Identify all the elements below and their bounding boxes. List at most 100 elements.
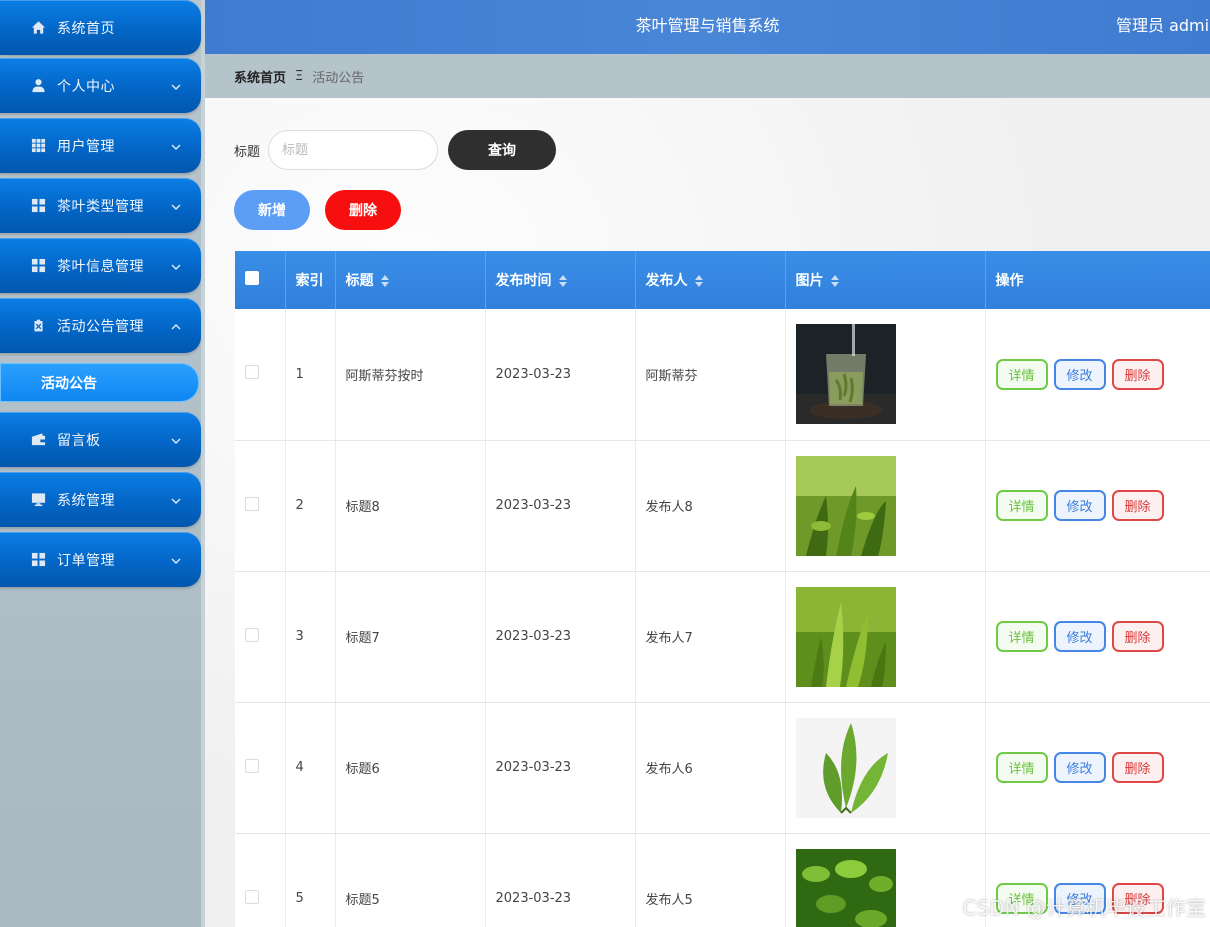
detail-button[interactable]: 详情 <box>995 621 1048 652</box>
cell-index: 4 <box>285 702 336 834</box>
chevron-down-icon <box>171 491 181 505</box>
select-all-cell[interactable] <box>235 251 286 309</box>
cell-image <box>785 702 986 834</box>
column-header-time[interactable]: 发布时间 <box>485 251 636 309</box>
breadcrumb-separator: Ξ <box>295 68 304 84</box>
sidebar-item-label: 留言板 <box>57 432 101 449</box>
column-header-label: 发布人 <box>645 273 688 289</box>
edit-button[interactable]: 修改 <box>1053 883 1106 914</box>
sidebar-item-tea-type[interactable]: 茶叶类型管理 <box>0 178 201 233</box>
detail-button[interactable]: 详情 <box>995 490 1048 521</box>
delete-button[interactable]: 删除 <box>1111 621 1164 652</box>
add-button[interactable]: 新增 <box>234 190 310 230</box>
row-select-cell[interactable] <box>235 833 286 927</box>
query-button[interactable]: 查询 <box>448 130 557 170</box>
delete-button[interactable]: 删除 <box>1111 883 1164 914</box>
sidebar-item-users[interactable]: 用户管理 <box>0 118 201 173</box>
sidebar-item-label: 活动公告管理 <box>57 318 144 335</box>
sidebar-item-home[interactable]: 系统首页 <box>0 0 201 55</box>
breadcrumb: 系统首页 Ξ 活动公告 <box>205 54 1210 98</box>
row-select-cell[interactable] <box>235 571 286 703</box>
row-select-cell[interactable] <box>235 702 286 834</box>
cell-operations: 详情 修改 删除 <box>985 702 1210 834</box>
announcement-table: 索引 标题 发布时间 发布人 图片 操作 1 阿斯蒂芬按时 2023-03-23 <box>235 251 1210 927</box>
cell-title: 阿斯蒂芬按时 <box>335 309 486 441</box>
edit-button[interactable]: 修改 <box>1053 621 1106 652</box>
column-header-image[interactable]: 图片 <box>785 251 986 309</box>
delete-button[interactable]: 删除 <box>1111 752 1164 783</box>
cell-operations: 详情 修改 删除 <box>985 440 1210 572</box>
monitor-icon <box>30 492 46 508</box>
app-title: 茶叶管理与销售系统 <box>635 16 780 35</box>
user-icon <box>30 78 46 94</box>
sort-icon[interactable] <box>380 275 390 287</box>
apps-icon <box>30 258 46 274</box>
breadcrumb-home[interactable]: 系统首页 <box>234 67 286 86</box>
cell-publisher: 发布人8 <box>635 440 786 572</box>
grid-icon <box>30 138 46 154</box>
sidebar-item-personal[interactable]: 个人中心 <box>0 58 201 113</box>
breadcrumb-current: 活动公告 <box>312 70 365 86</box>
edit-button[interactable]: 修改 <box>1053 752 1106 783</box>
row-select-cell[interactable] <box>235 440 286 572</box>
sidebar-item-label: 用户管理 <box>57 138 115 155</box>
delete-button[interactable]: 删除 <box>1111 358 1164 390</box>
table-row: 2 标题8 2023-03-23 发布人8 详情 修改 删除 <box>235 440 1210 572</box>
cell-title: 标题6 <box>335 702 486 834</box>
detail-button[interactable]: 详情 <box>995 752 1048 783</box>
table-row: 4 标题6 2023-03-23 发布人6 详情 修改 删除 <box>235 702 1210 834</box>
main-content: 标题 查询 新增 删除 索引 标题 发布时间 发布 <box>205 98 1210 927</box>
edit-button[interactable]: 修改 <box>1053 358 1106 390</box>
sort-icon[interactable] <box>694 275 704 287</box>
column-header-index: 索引 <box>285 251 336 309</box>
cell-image <box>785 440 986 572</box>
cell-time: 2023-03-23 <box>485 309 636 441</box>
column-header-title[interactable]: 标题 <box>335 251 486 309</box>
tea-sprout-image <box>795 586 896 687</box>
row-checkbox[interactable] <box>245 758 259 773</box>
search-input[interactable] <box>268 130 439 170</box>
edit-button[interactable]: 修改 <box>1053 490 1106 521</box>
cell-time: 2023-03-23 <box>485 571 636 703</box>
sidebar-item-tea-info[interactable]: 茶叶信息管理 <box>0 238 201 293</box>
column-header-ops: 操作 <box>985 251 1210 309</box>
search-label: 标题 <box>234 144 261 160</box>
sidebar-item-system[interactable]: 系统管理 <box>0 472 201 527</box>
cell-publisher: 发布人6 <box>635 702 786 834</box>
sidebar-item-orders[interactable]: 订单管理 <box>0 532 201 587</box>
wallet-icon <box>30 432 46 448</box>
column-header-label: 标题 <box>345 273 374 289</box>
row-checkbox[interactable] <box>245 627 259 642</box>
sidebar-item-label: 系统首页 <box>57 20 115 37</box>
sidebar-item-message-board[interactable]: 留言板 <box>0 412 201 467</box>
cell-title: 标题5 <box>335 833 486 927</box>
row-select-cell[interactable] <box>235 309 286 441</box>
detail-button[interactable]: 详情 <box>995 358 1048 390</box>
sidebar-subitem-announcement[interactable]: 活动公告 <box>0 363 199 402</box>
sidebar-item-announcement-mgmt[interactable]: 活动公告管理 <box>0 298 201 353</box>
user-menu[interactable]: 管理员 admin <box>1116 0 1210 54</box>
cell-publisher: 发布人5 <box>635 833 786 927</box>
cell-image <box>785 833 986 927</box>
row-checkbox[interactable] <box>245 889 259 904</box>
cell-index: 3 <box>285 571 336 703</box>
cell-image <box>785 309 986 441</box>
row-checkbox[interactable] <box>245 496 259 511</box>
delete-button[interactable]: 删除 <box>1111 490 1164 521</box>
chevron-down-icon <box>171 257 181 271</box>
batch-delete-button[interactable]: 删除 <box>325 190 401 230</box>
select-all-checkbox[interactable] <box>245 271 259 285</box>
apps-icon <box>30 198 46 214</box>
sort-icon[interactable] <box>558 275 568 287</box>
cell-time: 2023-03-23 <box>485 833 636 927</box>
detail-button[interactable]: 详情 <box>995 883 1048 914</box>
column-header-label: 发布时间 <box>495 273 552 289</box>
column-header-publisher[interactable]: 发布人 <box>635 251 786 309</box>
sort-icon[interactable] <box>830 275 840 287</box>
table-row: 3 标题7 2023-03-23 发布人7 详情 修改 删除 <box>235 571 1210 703</box>
sidebar-item-label: 系统管理 <box>57 492 115 509</box>
cell-operations: 详情 修改 删除 <box>985 571 1210 703</box>
sidebar-item-label: 订单管理 <box>57 552 115 569</box>
cell-index: 2 <box>285 440 336 572</box>
row-checkbox[interactable] <box>245 365 259 380</box>
